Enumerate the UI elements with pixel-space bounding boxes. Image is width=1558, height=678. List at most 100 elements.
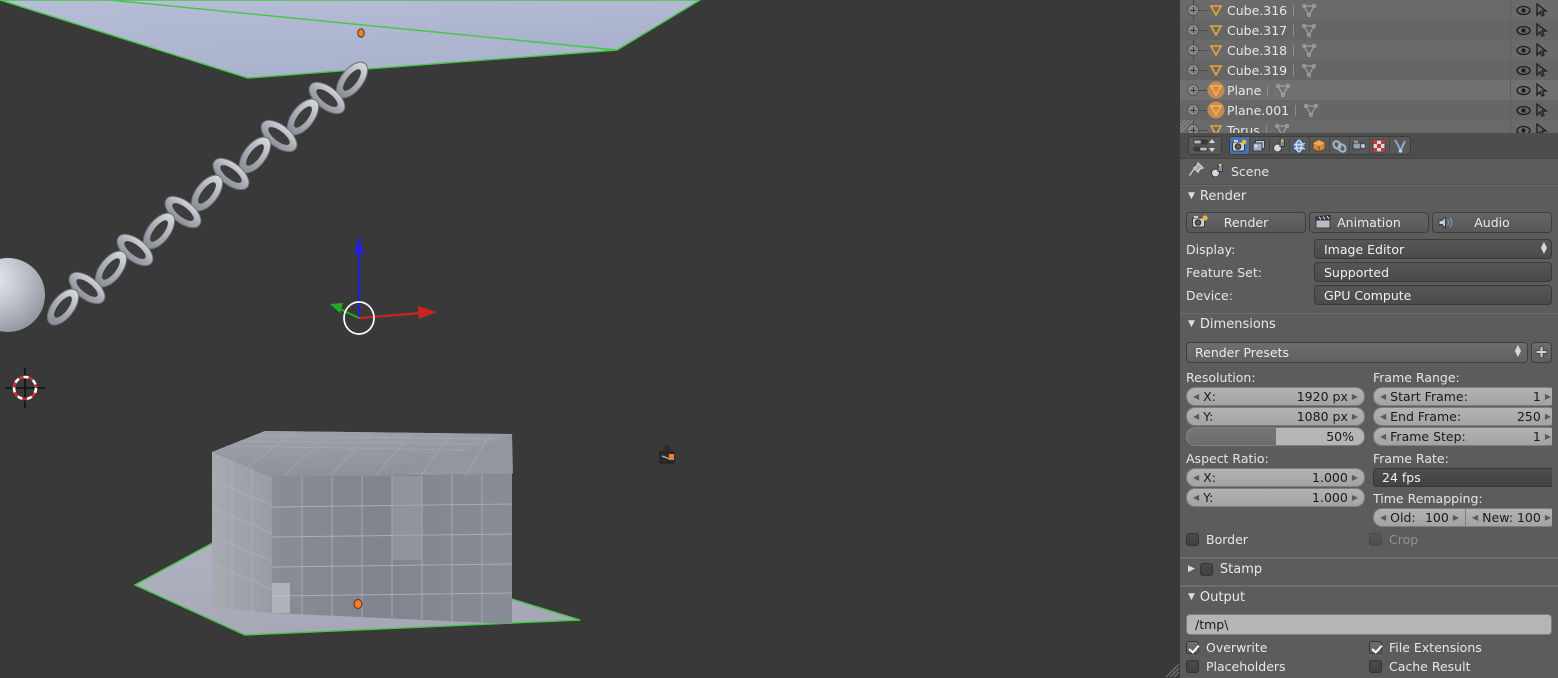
increment-arrow-icon[interactable]: ▶	[1352, 473, 1358, 482]
expand-icon[interactable]	[1187, 4, 1199, 16]
file-extensions-checkbox-cell[interactable]: File Extensions	[1369, 640, 1552, 655]
outliner-row[interactable]: Plane	[1180, 80, 1558, 100]
expand-icon[interactable]	[1187, 24, 1199, 36]
outliner-row[interactable]: Cube.318	[1180, 40, 1558, 60]
outliner-item-label: Torus	[1227, 122, 1260, 134]
placeholders-checkbox-cell[interactable]: Placeholders	[1186, 659, 1369, 674]
decrement-arrow-icon[interactable]: ◀	[1380, 412, 1386, 421]
outliner-resize-grip[interactable]	[1180, 119, 1196, 133]
tab-modifiers[interactable]	[1350, 137, 1370, 154]
selectability-toggle[interactable]	[1536, 0, 1558, 20]
expand-icon[interactable]	[1187, 104, 1199, 116]
visibility-toggle[interactable]	[1510, 0, 1536, 20]
mesh-object-icon	[1207, 81, 1225, 99]
increment-arrow-icon[interactable]: ▶	[1545, 392, 1551, 401]
panel-header-render[interactable]: ▼ Render	[1180, 185, 1558, 207]
tab-render[interactable]	[1230, 137, 1250, 154]
3d-viewport[interactable]	[0, 0, 1180, 678]
tab-world[interactable]	[1290, 137, 1310, 154]
tab-scene[interactable]	[1270, 137, 1290, 154]
outliner[interactable]: Cube.316 Cube.317 Cube.318 Cube.319 Plan…	[1180, 0, 1558, 133]
placeholders-checkbox[interactable]	[1186, 660, 1199, 673]
aspect-y-field[interactable]: ◀ Y: 1.000 ▶	[1186, 488, 1365, 507]
tab-object[interactable]	[1310, 137, 1330, 154]
resolution-percentage-slider[interactable]: 50%	[1186, 427, 1365, 446]
outliner-row[interactable]: Cube.316	[1180, 0, 1558, 20]
panel-header-dimensions[interactable]: ▼ Dimensions	[1180, 313, 1558, 335]
resolution-x-field[interactable]: ◀ X: 1920 px ▶	[1186, 387, 1365, 406]
selectability-toggle[interactable]	[1536, 20, 1558, 40]
tab-particles[interactable]	[1390, 137, 1410, 154]
feature-set-dropdown[interactable]: Supported	[1314, 262, 1552, 282]
increment-arrow-icon[interactable]: ▶	[1352, 493, 1358, 502]
visibility-toggle[interactable]	[1510, 80, 1536, 100]
time-remap-old-field[interactable]: ◀ Old: 100 ▶	[1373, 508, 1466, 527]
device-dropdown[interactable]: GPU Compute	[1314, 285, 1552, 305]
tab-render-layers[interactable]	[1250, 137, 1270, 154]
file-extensions-checkbox[interactable]	[1369, 641, 1382, 654]
expand-icon[interactable]	[1187, 84, 1199, 96]
increment-arrow-icon[interactable]: ▶	[1352, 392, 1358, 401]
border-checkbox[interactable]	[1186, 533, 1199, 546]
selectability-toggle[interactable]	[1536, 100, 1558, 120]
selectability-toggle[interactable]	[1536, 40, 1558, 60]
cache-result-checkbox-cell[interactable]: Cache Result	[1369, 659, 1552, 674]
visibility-toggle[interactable]	[1510, 40, 1536, 60]
increment-arrow-icon[interactable]: ▶	[1352, 412, 1358, 421]
overwrite-checkbox[interactable]	[1186, 641, 1199, 654]
viewport-resize-grip[interactable]	[1166, 664, 1180, 678]
decrement-arrow-icon[interactable]: ◀	[1380, 432, 1386, 441]
viewport-canvas[interactable]	[0, 0, 1180, 678]
decrement-arrow-icon[interactable]: ◀	[1193, 473, 1199, 482]
visibility-toggle[interactable]	[1510, 120, 1536, 133]
decrement-arrow-icon[interactable]: ◀	[1472, 513, 1478, 522]
decrement-arrow-icon[interactable]: ◀	[1193, 392, 1199, 401]
animation-button[interactable]: Animation	[1309, 212, 1429, 233]
viewport-object-cube-array[interactable]	[211, 431, 513, 624]
outliner-row[interactable]: Cube.317	[1180, 20, 1558, 40]
increment-arrow-icon[interactable]: ▶	[1545, 513, 1551, 522]
display-dropdown[interactable]: Image Editor ▲ ▼	[1314, 239, 1552, 259]
visibility-toggle[interactable]	[1510, 20, 1536, 40]
tab-texture[interactable]	[1370, 137, 1390, 154]
decrement-arrow-icon[interactable]: ◀	[1193, 412, 1199, 421]
panel-header-output[interactable]: ▼ Output	[1180, 586, 1558, 608]
aspect-x-field[interactable]: ◀ X: 1.000 ▶	[1186, 468, 1365, 487]
increment-arrow-icon[interactable]: ▶	[1545, 412, 1551, 421]
outliner-row[interactable]: Torus	[1180, 120, 1558, 133]
border-checkbox-cell[interactable]: Border	[1186, 532, 1369, 547]
start-frame-field[interactable]: ◀ Start Frame: 1 ▶	[1373, 387, 1552, 406]
render-button[interactable]: Render	[1186, 212, 1306, 233]
increment-arrow-icon[interactable]: ▶	[1453, 513, 1459, 522]
visibility-toggle[interactable]	[1510, 100, 1536, 120]
cache-result-checkbox[interactable]	[1369, 660, 1382, 673]
selectability-toggle[interactable]	[1536, 80, 1558, 100]
end-frame-field[interactable]: ◀ End Frame: 250 ▶	[1373, 407, 1552, 426]
stamp-checkbox[interactable]	[1199, 563, 1213, 576]
selectability-toggle[interactable]	[1536, 60, 1558, 80]
increment-arrow-icon[interactable]: ▶	[1545, 432, 1551, 441]
resolution-y-field[interactable]: ◀ Y: 1080 px ▶	[1186, 407, 1365, 426]
add-preset-button[interactable]	[1531, 342, 1552, 363]
render-presets-dropdown[interactable]: Render Presets ▲ ▼	[1186, 342, 1528, 363]
visibility-toggle[interactable]	[1510, 60, 1536, 80]
editor-type-selector[interactable]	[1188, 136, 1222, 155]
outliner-row[interactable]: Cube.319	[1180, 60, 1558, 80]
expand-icon[interactable]	[1187, 64, 1199, 76]
time-remap-new-field[interactable]: ◀ New: 100 ▶	[1466, 508, 1552, 527]
frame-step-field[interactable]: ◀ Frame Step: 1 ▶	[1373, 427, 1552, 446]
decrement-arrow-icon[interactable]: ◀	[1380, 392, 1386, 401]
decrement-arrow-icon[interactable]: ◀	[1380, 513, 1386, 522]
frame-rate-dropdown[interactable]: 24 fps	[1373, 468, 1552, 487]
pin-icon[interactable]	[1188, 161, 1205, 181]
panel-header-stamp[interactable]: ▶ Stamp	[1180, 558, 1558, 580]
tab-constraints[interactable]	[1330, 137, 1350, 154]
selectability-toggle[interactable]	[1536, 120, 1558, 133]
audio-button[interactable]: Audio	[1432, 212, 1552, 233]
decrement-arrow-icon[interactable]: ◀	[1193, 493, 1199, 502]
expand-icon[interactable]	[1187, 44, 1199, 56]
outliner-row[interactable]: Plane.001	[1180, 100, 1558, 120]
output-path-input[interactable]: /tmp\	[1186, 614, 1552, 635]
overwrite-checkbox-cell[interactable]: Overwrite	[1186, 640, 1369, 655]
scene-name[interactable]: Scene	[1231, 164, 1269, 179]
